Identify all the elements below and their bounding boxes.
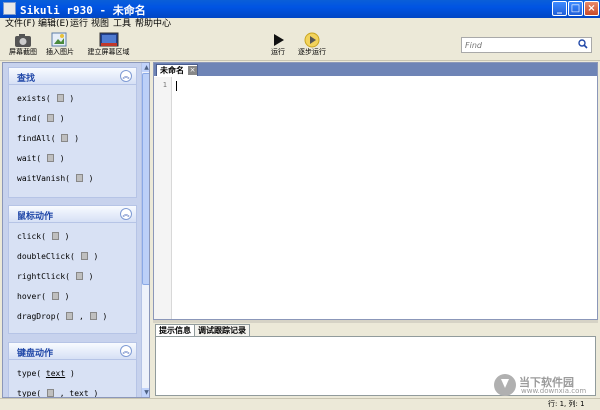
cmd-click[interactable]: click( ) — [17, 231, 69, 243]
image-placeholder-icon — [66, 312, 74, 320]
capture-button[interactable]: 屏幕截图 — [7, 32, 39, 57]
cmd-wait[interactable]: wait( ) — [17, 153, 65, 165]
maximize-button[interactable]: □ — [568, 1, 583, 16]
scrollbar-thumb[interactable] — [142, 73, 149, 285]
search-box — [461, 37, 592, 53]
image-placeholder-icon — [46, 114, 54, 122]
image-placeholder-icon — [89, 312, 97, 320]
minimize-button[interactable]: _ — [552, 1, 567, 16]
insert-image-icon — [51, 32, 67, 47]
menu-bar: 文件(F) 编辑(E) 运行 视图 工具 帮助中心 — [0, 18, 600, 31]
command-sidebar: 查找 ︽ exists( ) find( ) findAll( ) wait( … — [2, 62, 150, 398]
cmd-findall[interactable]: findAll( ) — [17, 133, 79, 145]
app-icon — [3, 2, 16, 15]
region-icon — [99, 32, 118, 47]
mouse-panel-body: click( ) doubleClick( ) rightClick( ) ho… — [9, 223, 136, 333]
keyboard-panel: 键盘动作 ︽ type( text ) type( , text ) — [8, 342, 137, 397]
tab-untitled[interactable]: 未命名 × — [156, 64, 198, 76]
image-placeholder-icon — [51, 232, 59, 240]
play-icon — [274, 34, 284, 46]
image-placeholder-icon — [46, 154, 54, 162]
image-placeholder-icon — [61, 134, 69, 142]
cmd-dragdrop[interactable]: dragDrop( , ) — [17, 311, 107, 323]
code-area[interactable] — [173, 77, 597, 319]
watermark: 当下软件园 www.downxia.com — [494, 374, 598, 398]
image-placeholder-icon — [56, 94, 64, 102]
collapse-chevron-icon[interactable]: ︽ — [120, 70, 132, 82]
mouse-panel: 鼠标动作 ︽ click( ) doubleClick( ) rightClic… — [8, 205, 137, 334]
menu-view[interactable]: 视图 — [91, 18, 109, 31]
window-title: Sikuli r930 - 未命名 — [20, 4, 146, 17]
tab-messages[interactable]: 提示信息 — [155, 324, 195, 336]
find-panel-header[interactable]: 查找 ︽ — [9, 68, 136, 85]
collapse-chevron-icon[interactable]: ︽ — [120, 208, 132, 220]
cmd-find[interactable]: find( ) — [17, 113, 65, 125]
tab-debug-trace[interactable]: 调试跟踪记录 — [194, 324, 250, 336]
editor-tab-strip: 未命名 × — [154, 63, 597, 76]
keyboard-panel-body: type( text ) type( , text ) — [9, 360, 136, 397]
camera-icon — [15, 34, 31, 47]
create-region-button[interactable]: 建立屏幕区域 — [86, 32, 131, 57]
cursor-position: 行: 1, 列: 1 — [548, 400, 585, 408]
download-icon — [494, 374, 516, 396]
find-panel-body: exists( ) find( ) findAll( ) wait( ) wai… — [9, 85, 136, 197]
step-play-icon — [304, 32, 320, 48]
mouse-panel-header[interactable]: 鼠标动作 ︽ — [9, 206, 136, 223]
status-bar: 行: 1, 列: 1 — [0, 398, 600, 410]
cmd-doubleclick[interactable]: doubleClick( ) — [17, 251, 98, 263]
menu-file[interactable]: 文件(F) — [5, 18, 35, 31]
tab-close-icon[interactable]: × — [188, 66, 197, 75]
menu-help[interactable]: 帮助中心 — [135, 18, 171, 31]
sidebar-scrollbar[interactable]: ▲ ▼ — [141, 63, 149, 397]
toolbar: 屏幕截图 插入图片 建立屏幕区域 运行 逐步运行 — [0, 31, 600, 61]
text-cursor — [176, 81, 177, 91]
line-number: 1 — [162, 81, 167, 89]
editor-pane: 未命名 × 1 — [153, 62, 598, 320]
scroll-up-icon[interactable]: ▲ — [142, 63, 149, 72]
image-placeholder-icon — [75, 272, 83, 280]
search-input[interactable] — [465, 39, 573, 51]
search-icon[interactable] — [578, 39, 588, 50]
cmd-waitvanish[interactable]: waitVanish( ) — [17, 173, 93, 185]
run-button[interactable]: 运行 — [266, 32, 290, 57]
line-number-gutter: 1 — [154, 77, 172, 319]
cmd-exists[interactable]: exists( ) — [17, 93, 74, 105]
menu-tools[interactable]: 工具 — [113, 18, 131, 31]
find-panel: 查找 ︽ exists( ) find( ) findAll( ) wait( … — [8, 67, 137, 198]
scroll-down-icon[interactable]: ▼ — [142, 388, 149, 397]
cmd-type[interactable]: type( text ) — [17, 368, 75, 380]
close-button[interactable]: × — [584, 1, 599, 16]
cmd-type-image[interactable]: type( , text ) — [17, 388, 98, 397]
keyboard-panel-header[interactable]: 键盘动作 ︽ — [9, 343, 136, 360]
collapse-chevron-icon[interactable]: ︽ — [120, 345, 132, 357]
image-placeholder-icon — [75, 174, 83, 182]
image-placeholder-icon — [46, 389, 54, 397]
menu-edit[interactable]: 编辑(E) — [38, 18, 69, 31]
menu-run[interactable]: 运行 — [70, 18, 88, 31]
image-placeholder-icon — [80, 252, 88, 260]
step-run-button[interactable]: 逐步运行 — [298, 32, 326, 57]
title-bar: Sikuli r930 - 未命名 _ □ × — [0, 0, 600, 18]
cmd-hover[interactable]: hover( ) — [17, 291, 69, 303]
insert-image-button[interactable]: 插入图片 — [44, 32, 76, 57]
image-placeholder-icon — [51, 292, 59, 300]
cmd-rightclick[interactable]: rightClick( ) — [17, 271, 93, 283]
